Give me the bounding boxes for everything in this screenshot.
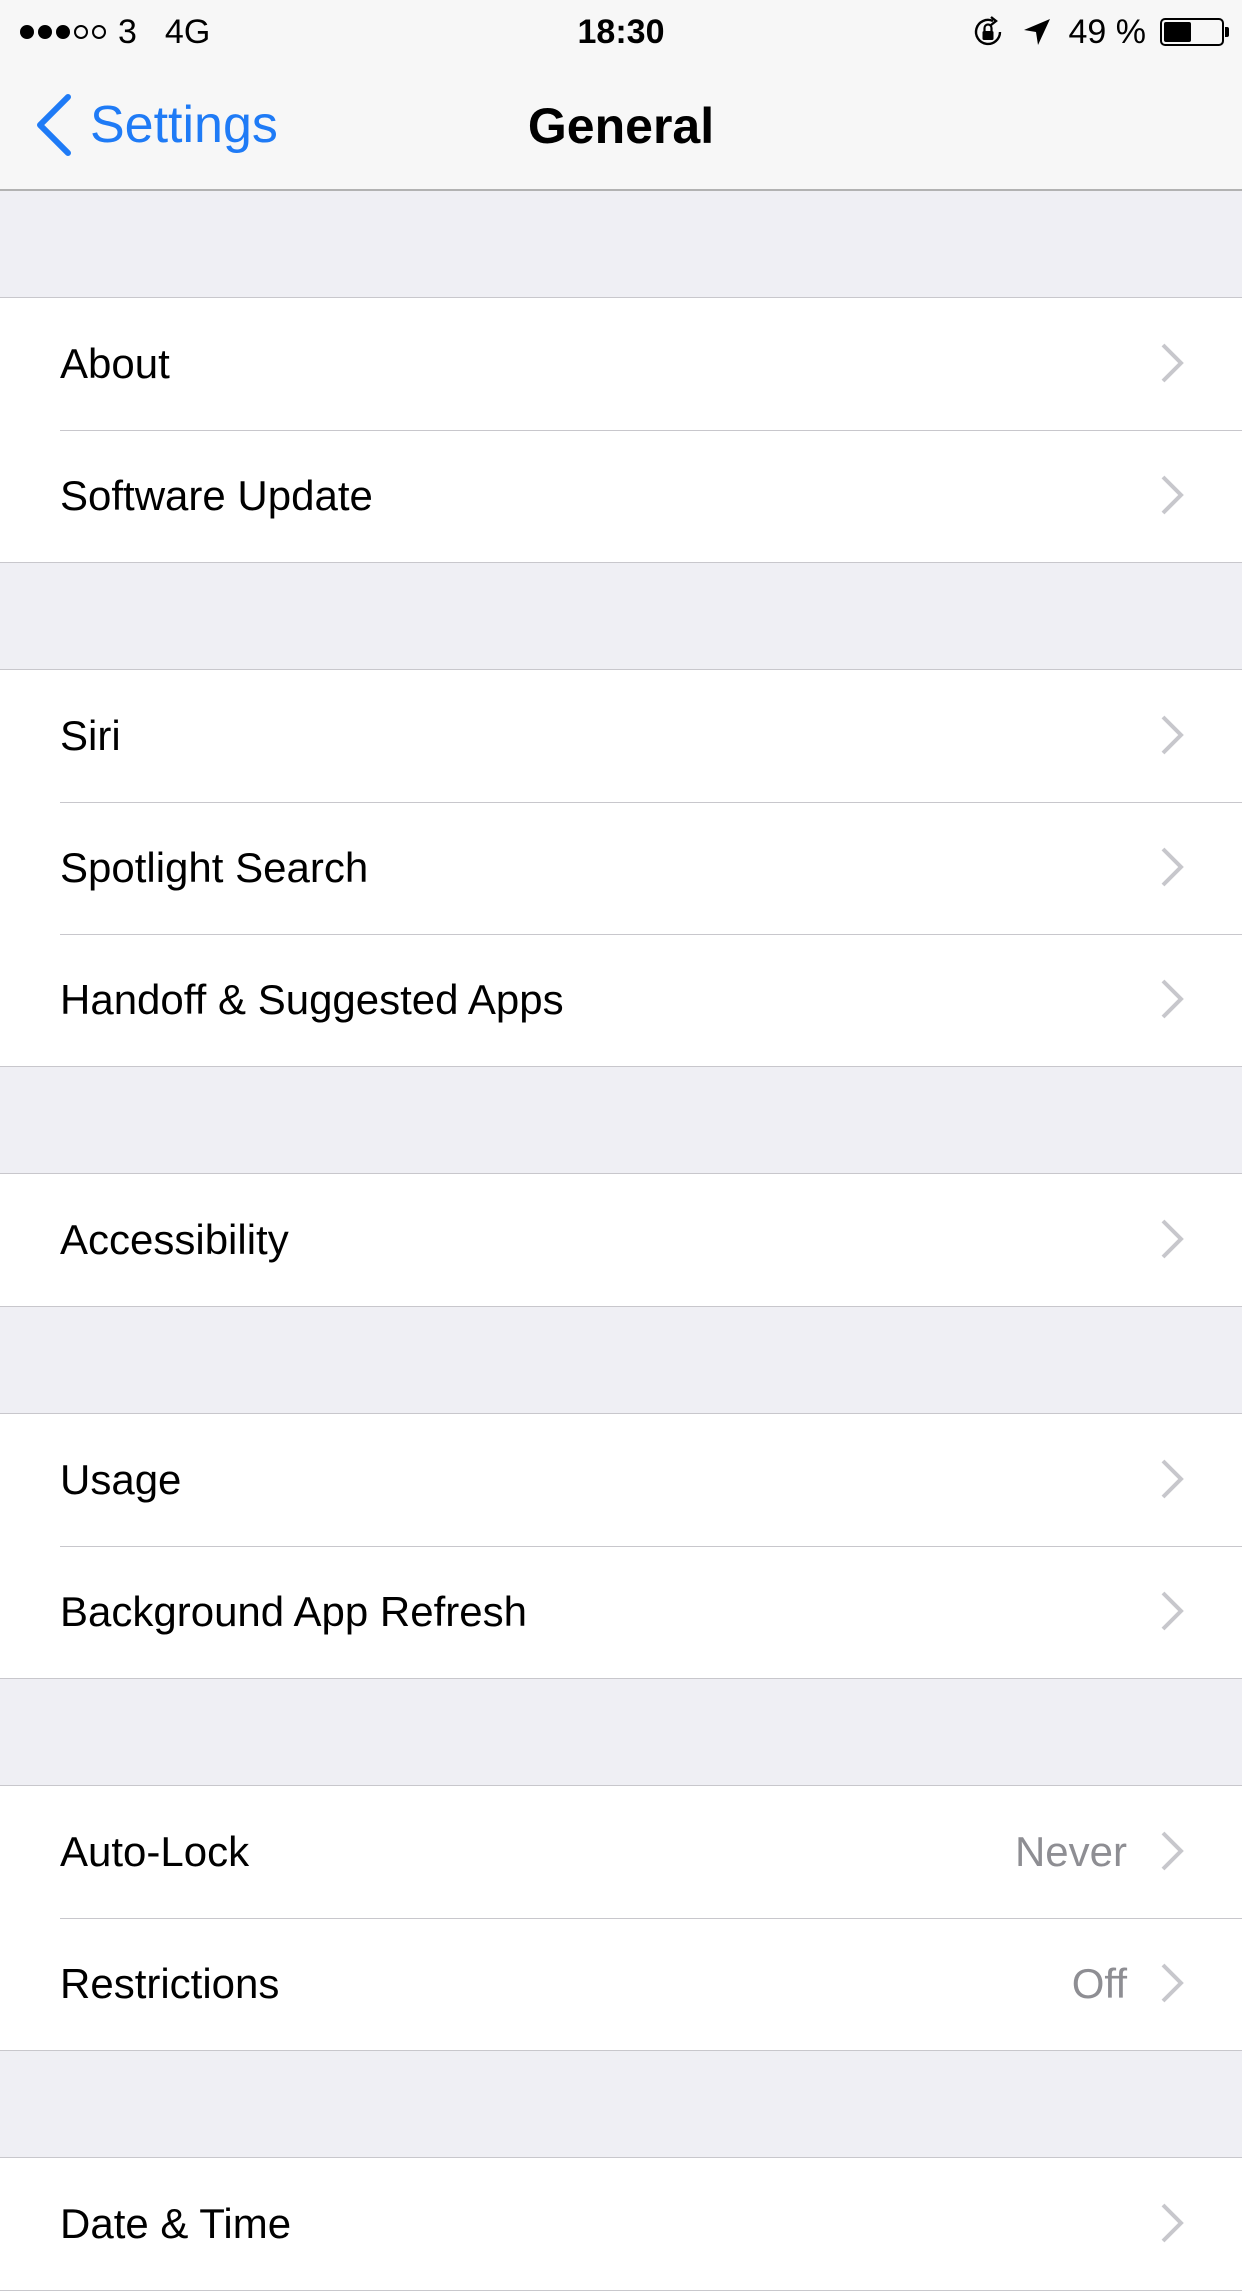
chevron-right-icon (1161, 979, 1184, 1019)
row-label: Usage (60, 1456, 182, 1503)
chevron-right-icon (1161, 1459, 1184, 1499)
row-usage[interactable]: Usage (0, 1414, 1242, 1546)
rotation-lock-icon (974, 16, 1001, 46)
chevron-right-icon (1161, 1963, 1184, 2003)
row-date-time[interactable]: Date & Time (0, 2158, 1242, 2290)
battery-nub (1225, 27, 1229, 37)
chevron-right-icon (1161, 1219, 1184, 1259)
row-label: Date & Time (60, 2200, 292, 2247)
chevron-right-icon (1161, 847, 1184, 887)
battery-icon (1160, 18, 1229, 46)
row-label: About (60, 340, 170, 387)
page-title: General (527, 98, 715, 154)
row-label: Restrictions (60, 1960, 280, 2007)
chevron-right-icon (1161, 1831, 1184, 1871)
row-value: Never (1014, 1828, 1127, 1875)
settings-group-accessibility: Accessibility (0, 1173, 1242, 1307)
row-label: Software Update (60, 472, 373, 519)
chevron-right-icon (1161, 2203, 1184, 2243)
settings-group-datetime: Date & Time (0, 2157, 1242, 2291)
chevron-right-icon (1161, 343, 1184, 383)
row-background-app-refresh[interactable]: Background App Refresh (0, 1546, 1242, 1678)
row-label: Siri (60, 712, 121, 759)
settings-list: About Software Update Siri Spotlight Sea… (0, 191, 1242, 2291)
navigation-bar: Settings General (0, 62, 1242, 191)
row-label: Handoff & Suggested Apps (60, 976, 564, 1023)
row-about[interactable]: About (0, 298, 1242, 430)
row-value: Off (1071, 1960, 1127, 2007)
settings-group-security: Auto-Lock Never Restrictions Off (0, 1785, 1242, 2051)
row-restrictions[interactable]: Restrictions Off (0, 1918, 1242, 2050)
row-spotlight-search[interactable]: Spotlight Search (0, 802, 1242, 934)
battery-level-fill (1164, 22, 1191, 42)
settings-group-usage: Usage Background App Refresh (0, 1413, 1242, 1679)
settings-group-search: Siri Spotlight Search Handoff & Suggeste… (0, 669, 1242, 1067)
row-siri[interactable]: Siri (0, 670, 1242, 802)
row-label: Spotlight Search (60, 844, 369, 891)
settings-group-info: About Software Update (0, 297, 1242, 563)
chevron-right-icon (1161, 715, 1184, 755)
chevron-right-icon (1161, 1591, 1184, 1631)
row-accessibility[interactable]: Accessibility (0, 1174, 1242, 1306)
status-right: 49 % (971, 10, 1229, 54)
status-bar: 3 4G 18:30 49 % (0, 0, 1242, 62)
row-label: Auto-Lock (60, 1828, 250, 1875)
row-label: Background App Refresh (60, 1588, 527, 1635)
location-arrow-icon (1023, 19, 1050, 45)
battery-percent: 49 % (1068, 12, 1147, 51)
row-auto-lock[interactable]: Auto-Lock Never (0, 1786, 1242, 1918)
row-label: Accessibility (60, 1216, 289, 1263)
chevron-right-icon (1161, 475, 1184, 515)
row-handoff[interactable]: Handoff & Suggested Apps (0, 934, 1242, 1066)
row-software-update[interactable]: Software Update (0, 430, 1242, 562)
